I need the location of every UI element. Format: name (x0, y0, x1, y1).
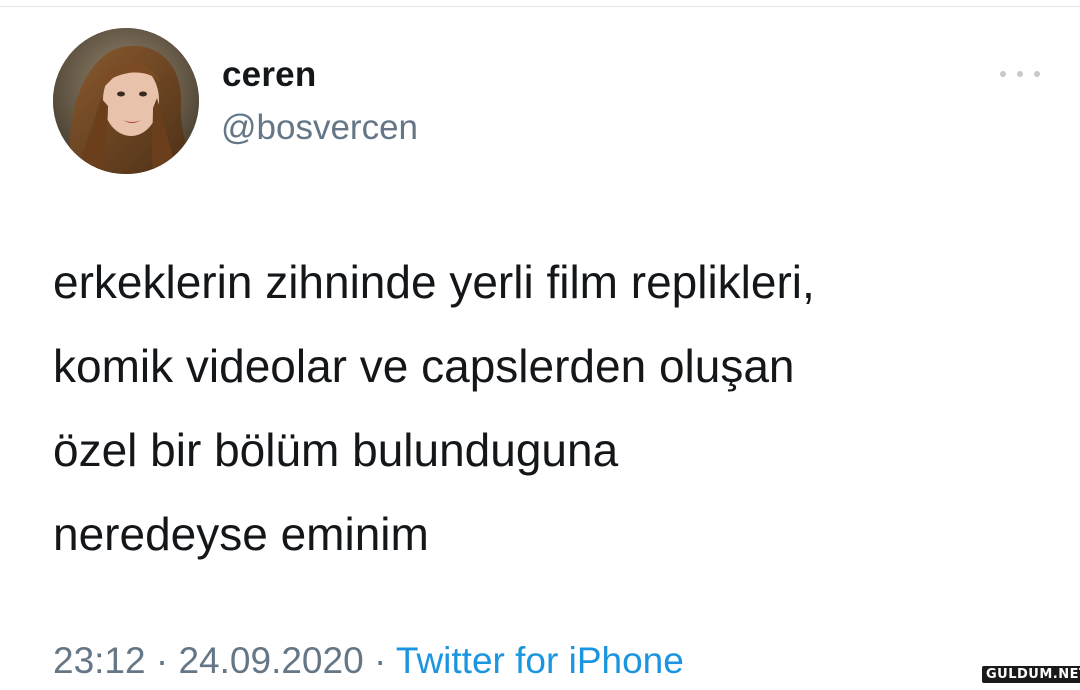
avatar[interactable] (53, 28, 199, 174)
tweet-text: erkeklerin zihninde yerli film replikler… (53, 240, 1033, 576)
watermark: GULDUM.NET (982, 666, 1080, 683)
more-horizontal-icon (1000, 71, 1006, 77)
tweet-text-line: özel bir bölüm bulunduguna (53, 424, 619, 476)
meta-separator: · (155, 640, 169, 681)
tweet-source-link[interactable]: Twitter for iPhone (396, 640, 684, 681)
tweet-meta: 23:12 · 24.09.2020 · Twitter for iPhone (53, 640, 684, 682)
tweet-text-line: neredeyse eminim (53, 508, 429, 560)
more-horizontal-icon-dot (1034, 71, 1040, 77)
display-name[interactable]: ceren (222, 55, 316, 95)
meta-separator: · (373, 640, 387, 681)
more-horizontal-icon-dot (1017, 71, 1023, 77)
tweet-date[interactable]: 24.09.2020 (178, 640, 363, 681)
more-options-button[interactable] (1000, 64, 1040, 84)
tweet-text-line: komik videolar ve capslerden oluşan (53, 340, 795, 392)
tweet-card: ceren @bosvercen erkeklerin zihninde yer… (0, 0, 1080, 690)
tweet-time[interactable]: 23:12 (53, 640, 146, 681)
avatar-image (53, 28, 199, 174)
tweet-text-line: erkeklerin zihninde yerli film replikler… (53, 256, 815, 308)
user-handle[interactable]: @bosvercen (221, 108, 418, 148)
